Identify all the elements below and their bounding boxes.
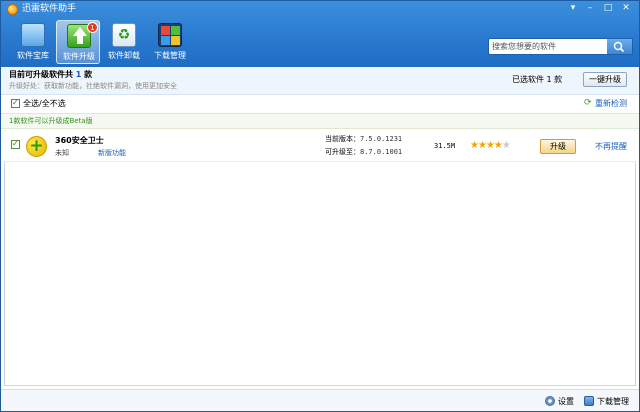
list-item: + 360安全卫士 未知 新版功能 当前版本：7.5.0.1231 可升级至：8… <box>4 131 636 162</box>
star-empty-icon: ★ <box>501 140 511 151</box>
360-safe-icon: + <box>26 136 47 157</box>
star-filled-icon: ★ <box>470 140 479 151</box>
skin-menu-icon[interactable]: ▾ <box>564 2 582 15</box>
search-button[interactable] <box>607 39 632 54</box>
search-input[interactable] <box>492 40 604 53</box>
software-size: 31.5M <box>434 142 456 150</box>
rating-stars: ★★★★★ <box>470 140 511 151</box>
toolbar-label: 软件卸载 <box>108 51 140 60</box>
software-name: 360安全卫士 <box>55 136 104 145</box>
new-features-link[interactable]: 新版功能 <box>98 149 126 158</box>
select-all-label[interactable]: 全选/全不选 <box>23 99 66 109</box>
current-version: 当前版本：7.5.0.1231 <box>325 135 403 143</box>
upgrade-count-badge: 1 <box>87 22 98 33</box>
star-filled-icon: ★ <box>485 140 495 151</box>
software-list <box>4 130 636 386</box>
upgrade-summary: 目前可升级软件共 1 款 <box>9 70 93 79</box>
toolbar-label: 软件宝库 <box>17 51 49 60</box>
search-box <box>488 38 633 55</box>
search-icon <box>613 41 625 53</box>
select-all-row: 全选/全不选 ⟳ 重新检测 <box>1 95 639 113</box>
toolbar-software-upgrade[interactable]: 1 软件升级 <box>56 20 100 64</box>
upgradable-version: 可升级至：8.7.0.1001 <box>325 148 403 156</box>
selected-count: 已选软件 1 款 <box>512 75 563 84</box>
select-all-checkbox[interactable] <box>11 97 20 109</box>
maximize-button[interactable]: □ <box>599 2 617 15</box>
app-window: 迅雷软件助手 ▾ – □ ✕ 软件宝库 1 软件升级 ♻ 软件卸载 下载管理 搜… <box>0 0 640 412</box>
star-filled-icon: ★ <box>493 140 503 151</box>
title-bar: 迅雷软件助手 ▾ – □ ✕ <box>1 1 639 17</box>
close-button[interactable]: ✕ <box>617 2 635 15</box>
toolbar-download-manager[interactable]: 下载管理 <box>148 20 192 64</box>
software-status: 未知 <box>55 149 69 157</box>
download-manager-button[interactable]: 下载管理 <box>597 397 629 407</box>
beta-notice: 1款软件可以升级成Beta版 <box>9 117 93 125</box>
upgrade-info-bar: 目前可升级软件共 1 款 升级好处：获取新功能，社绝软件漏洞，使用更加安全 已选… <box>1 67 639 95</box>
no-remind-link[interactable]: 不再提醒 <box>595 142 627 152</box>
settings-icon <box>545 396 555 406</box>
toolbar-label: 下载管理 <box>154 51 186 60</box>
header: 迅雷软件助手 ▾ – □ ✕ 软件宝库 1 软件升级 ♻ 软件卸载 下载管理 搜… <box>1 1 639 67</box>
update-all-button[interactable]: 一键升级 <box>583 72 627 87</box>
star-filled-icon: ★ <box>477 140 487 151</box>
toolbar-software-library[interactable]: 软件宝库 <box>11 20 55 64</box>
app-title: 迅雷软件助手 <box>22 4 77 14</box>
toolbar-label: 软件升级 <box>63 52 95 61</box>
software-library-icon <box>21 23 45 47</box>
download-icon <box>584 396 594 406</box>
beta-notice-row: 1款软件可以升级成Beta版 <box>1 113 639 129</box>
settings-button[interactable]: 设置 <box>558 397 574 407</box>
download-manager-icon <box>158 23 182 47</box>
upgrade-benefits: 升级好处：获取新功能，社绝软件漏洞，使用更加安全 <box>9 82 177 90</box>
status-bar: 设置 下载管理 <box>1 389 639 411</box>
upgrade-button[interactable]: 升级 <box>540 139 576 154</box>
item-checkbox[interactable] <box>11 138 20 150</box>
minimize-button[interactable]: – <box>581 2 599 15</box>
toolbar-software-uninstall[interactable]: ♻ 软件卸载 <box>102 20 146 64</box>
recheck-link[interactable]: 重新检测 <box>595 99 627 109</box>
software-uninstall-icon: ♻ <box>112 23 136 47</box>
refresh-icon: ⟳ <box>584 98 592 108</box>
app-logo-icon <box>7 4 18 15</box>
